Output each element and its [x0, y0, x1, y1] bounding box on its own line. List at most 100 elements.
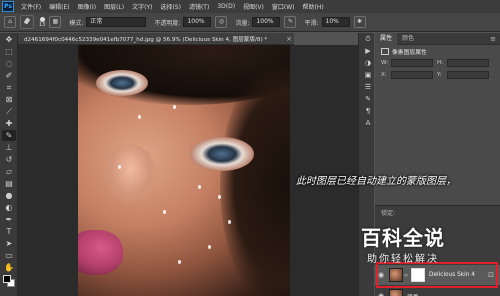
y-label: Y: [437, 72, 442, 78]
actions-panel-icon[interactable]: ▶ [361, 46, 375, 57]
adjustments-panel-icon[interactable]: ◑ [361, 58, 375, 69]
gradient-tool-icon[interactable]: ▤ [2, 178, 16, 189]
layer-thumbnail [389, 289, 403, 296]
tab-color[interactable]: 颜色 [397, 33, 419, 45]
close-icon[interactable]: × [284, 35, 294, 43]
panel-menu-icon[interactable]: ≡ [490, 35, 496, 43]
shape-tool-icon[interactable]: ▭ [2, 250, 16, 261]
menu-view[interactable]: 视图(V) [239, 2, 268, 11]
eyedropper-tool-icon[interactable]: ⟋ [2, 106, 16, 117]
eraser-tool-icon[interactable]: ▱ [2, 166, 16, 177]
water-drop [163, 210, 166, 214]
photoshop-logo: Ps [2, 1, 14, 12]
smoothing-settings-icon[interactable]: ✱ [353, 16, 366, 28]
frame-tool-icon[interactable]: ⊠ [2, 94, 16, 105]
menu-help[interactable]: 帮助(H) [299, 2, 328, 11]
mode-label: 模式: [69, 19, 84, 27]
pen-tool-icon[interactable]: ✒ [2, 214, 16, 225]
opacity-field[interactable]: 100% [183, 17, 212, 27]
water-drop [218, 195, 221, 199]
height-field[interactable] [447, 59, 489, 67]
marquee-tool-icon[interactable]: ⬚ [2, 46, 16, 57]
history-brush-tool-icon[interactable]: ↺ [2, 154, 16, 165]
menu-bar: Ps 文件(F) 编辑(E) 图像(I) 图层(L) 文字(Y) 选择(S) 滤… [0, 0, 500, 13]
move-tool-icon[interactable]: ✥ [2, 34, 16, 45]
layer-name: 背景 [407, 292, 419, 296]
brushes-panel-icon[interactable]: ✎ [361, 94, 375, 105]
y-field[interactable] [447, 71, 489, 79]
lock-row: 锁定: [375, 206, 500, 218]
brush-tool-icon-active[interactable]: ✎ [2, 130, 16, 141]
size-row: W: H: [375, 57, 500, 69]
menu-layer[interactable]: 图层(L) [100, 2, 128, 11]
brush-size-picker[interactable]: 13 [39, 16, 46, 28]
width-label: W: [381, 60, 389, 66]
menu-image[interactable]: 图像(I) [74, 2, 100, 11]
flow-field[interactable]: 100% [252, 17, 281, 27]
lasso-tool-icon[interactable]: ◌ [2, 58, 16, 69]
type-tool-icon[interactable]: T [2, 226, 16, 237]
dodge-tool-icon[interactable]: ◐ [2, 202, 16, 213]
properties-header: 像素图层属性 [375, 45, 500, 57]
x-field[interactable] [391, 71, 433, 79]
menu-select[interactable]: 选择(S) [156, 2, 185, 11]
pressure-opacity-icon[interactable]: ◎ [215, 16, 228, 28]
brush-tool-icon[interactable] [20, 15, 34, 29]
water-drop [138, 115, 141, 119]
photo-lips [78, 230, 123, 275]
photo-nose [103, 145, 158, 205]
water-drop [228, 220, 231, 224]
panel-dock-icons: ⏱ ▶ ◑ ▣ ☰ ✎ ¶ A [358, 33, 374, 296]
tab-properties[interactable]: 属性 [375, 32, 398, 45]
quick-select-tool-icon[interactable]: ✐ [2, 70, 16, 81]
width-field[interactable] [391, 59, 433, 67]
height-label: H: [437, 60, 444, 66]
x-label: X: [381, 72, 387, 78]
options-bar: ⌂ 13 ▦ 模式: 正常 不透明度: 100% ◎ 流量: 100% ✎ 平滑… [0, 13, 500, 32]
document-photo[interactable] [78, 45, 290, 296]
foreground-color-swatch[interactable] [3, 275, 11, 283]
tools-panel: ✥ ⬚ ◌ ✐ ⌗ ⊠ ⟋ ✚ ✎ ⊥ ↺ ▱ ▤ ● ◐ ✒ T ➤ ▭ ✋ … [0, 33, 18, 296]
blur-tool-icon[interactable]: ● [2, 190, 16, 201]
properties-title: 像素图层属性 [392, 49, 427, 56]
position-row: X: Y: [375, 69, 500, 81]
menu-3d[interactable]: 3D(D) [213, 3, 239, 10]
highlight-box [376, 262, 498, 288]
libraries-panel-icon[interactable]: ☰ [361, 82, 375, 93]
water-drop [198, 185, 201, 189]
path-select-tool-icon[interactable]: ➤ [2, 238, 16, 249]
menu-file[interactable]: 文件(F) [17, 2, 45, 11]
mode-select[interactable]: 正常 [86, 17, 147, 27]
water-drop [178, 260, 181, 264]
clone-stamp-tool-icon[interactable]: ⊥ [2, 142, 16, 153]
lock-label: 锁定: [381, 209, 396, 217]
menu-filter[interactable]: 滤镜(T) [185, 2, 213, 11]
airbrush-icon[interactable]: ✎ [284, 16, 297, 28]
pixel-layer-icon [381, 47, 389, 55]
photo-eye-left [96, 70, 148, 96]
menu-edit[interactable]: 编辑(E) [45, 2, 73, 11]
character-panel-icon[interactable]: A [361, 118, 375, 129]
photo-eye-right [190, 137, 254, 171]
menu-type[interactable]: 文字(Y) [128, 2, 156, 11]
visibility-eye-icon[interactable]: ◉ [375, 292, 387, 296]
document-tab[interactable]: d2461694f0c0446c52339e041efb7077_hd.jpg … [18, 33, 294, 45]
history-panel-icon[interactable]: ⏱ [361, 34, 375, 45]
water-drop [208, 245, 211, 249]
brush-size-value: 13 [39, 21, 46, 28]
paragraph-panel-icon[interactable]: ¶ [361, 106, 375, 117]
menu-window[interactable]: 窗口(W) [268, 2, 299, 11]
home-icon[interactable]: ⌂ [4, 16, 16, 28]
flow-label: 流量: [235, 19, 250, 27]
brush-panel-icon[interactable]: ▦ [49, 16, 62, 28]
crop-tool-icon[interactable]: ⌗ [2, 82, 16, 93]
smoothing-field[interactable]: 10% [321, 17, 350, 27]
healing-tool-icon[interactable]: ✚ [2, 118, 16, 129]
water-drop [173, 105, 176, 109]
water-drop [118, 165, 121, 169]
document-tab-title: d2461694f0c0446c52339e041efb7077_hd.jpg … [24, 36, 268, 43]
smoothing-label: 平滑: [304, 19, 319, 27]
hand-tool-icon[interactable]: ✋ [2, 262, 16, 273]
styles-panel-icon[interactable]: ▣ [361, 70, 375, 81]
tutorial-annotation: 此时图层已经自动建立的蒙版图层， [296, 176, 456, 187]
